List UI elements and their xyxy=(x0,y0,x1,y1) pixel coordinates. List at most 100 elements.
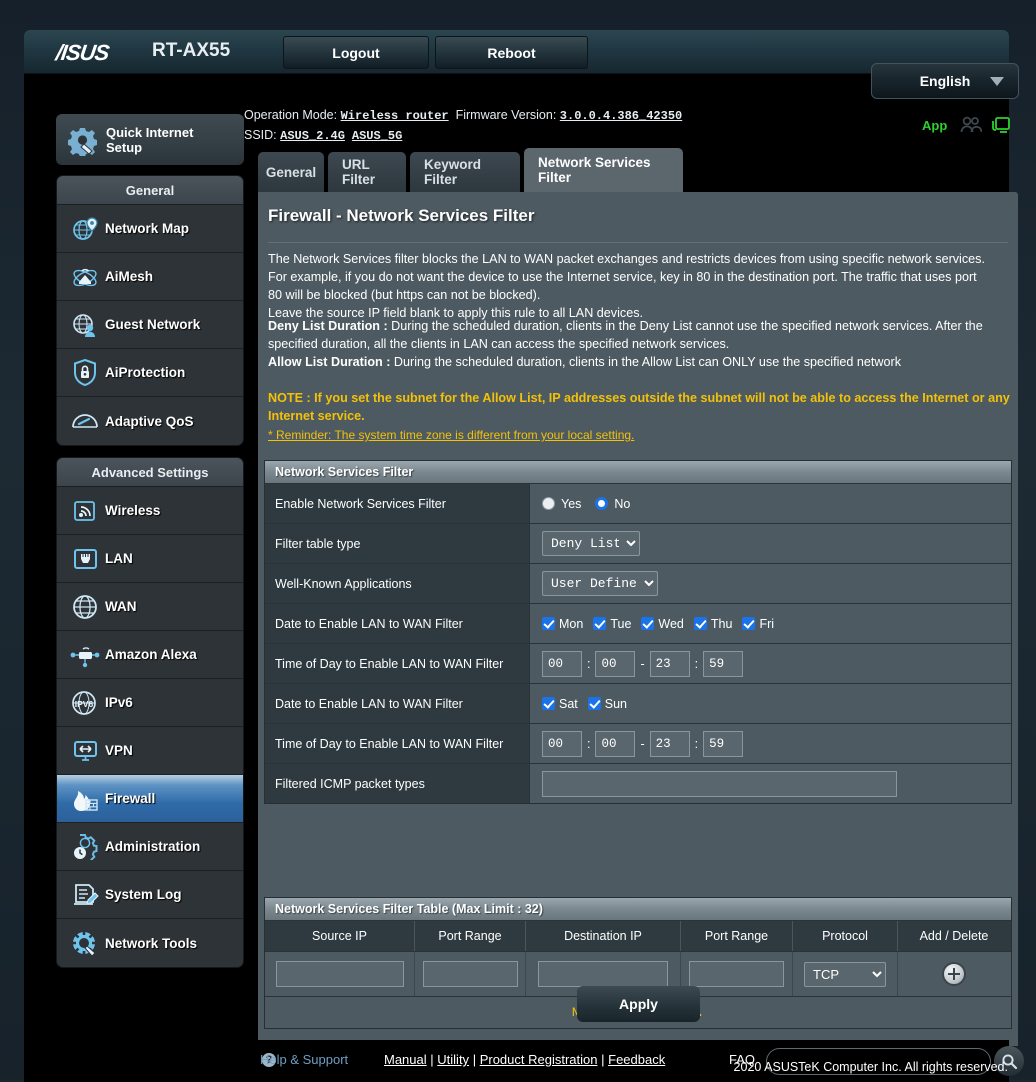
checkbox-sat[interactable]: Sat xyxy=(542,697,578,711)
filter-table-head-row: Source IP Port Range Destination IP Port… xyxy=(265,920,1011,951)
time2-dash: - xyxy=(640,736,645,751)
operation-mode-value[interactable]: Wireless router xyxy=(341,109,449,123)
port-range-2-input[interactable] xyxy=(689,961,784,987)
deny-list-label: Deny List Duration : xyxy=(268,319,388,333)
cell-source-ip xyxy=(265,952,415,996)
sidebar-item-aiprotection[interactable]: AiProtection xyxy=(57,349,243,397)
checkbox-mon[interactable]: Mon xyxy=(542,617,583,631)
description-paragraph-1: The Network Services filter blocks the L… xyxy=(268,250,1010,322)
speedometer-icon xyxy=(65,408,105,434)
page-title: Firewall - Network Services Filter xyxy=(268,206,535,225)
sidebar-item-amazon-alexa[interactable]: Amazon Alexa xyxy=(57,631,243,679)
tab-general[interactable]: General xyxy=(258,152,324,192)
time2-start-hour[interactable] xyxy=(542,730,582,757)
sidebar-item-label: Wireless xyxy=(105,503,161,518)
gear-clock-icon xyxy=(65,833,105,860)
checkbox-wed[interactable]: Wed xyxy=(641,616,684,631)
row-label: Date to Enable LAN to WAN Filter xyxy=(265,684,530,723)
app-link[interactable]: App xyxy=(922,118,947,133)
quick-internet-setup-button[interactable]: Quick Internet Setup xyxy=(56,114,244,165)
add-rule-button[interactable] xyxy=(942,962,966,986)
time1-end-hour[interactable] xyxy=(649,650,690,677)
tab-keyword-filter[interactable]: Keyword Filter xyxy=(410,152,520,192)
timezone-reminder[interactable]: * Reminder: The system time zone is diff… xyxy=(268,426,1010,444)
row-filter-table-type: Filter table type Deny List xyxy=(265,523,1011,563)
sidebar-item-wan[interactable]: WAN xyxy=(57,583,243,631)
firmware-value[interactable]: 3.0.0.4.386_42350 xyxy=(560,109,682,123)
sidebar-item-label: Adaptive QoS xyxy=(105,413,194,429)
filter-table-header: Network Services Filter Table (Max Limit… xyxy=(265,898,1011,920)
vpn-monitor-icon xyxy=(65,738,105,764)
source-ip-input[interactable] xyxy=(275,961,404,987)
logout-button[interactable]: Logout xyxy=(283,36,429,69)
note-text: NOTE : If you set the subnet for the All… xyxy=(268,389,1010,425)
sidebar-item-adaptive-qos[interactable]: Adaptive QoS xyxy=(57,397,243,445)
sidebar-item-firewall[interactable]: Firewall xyxy=(57,775,243,823)
time2-colon-2: : xyxy=(694,736,699,751)
cell-port-range-1 xyxy=(415,952,526,996)
connected-devices-icon[interactable] xyxy=(990,116,1012,139)
clients-users-icon[interactable] xyxy=(960,116,983,139)
shield-lock-icon xyxy=(65,359,105,386)
row-label: Enable Network Services Filter xyxy=(265,484,530,523)
sidebar-item-wireless[interactable]: Wireless xyxy=(57,487,243,535)
guest-network-icon xyxy=(65,312,105,338)
wireless-signal-icon xyxy=(65,498,105,524)
time1-start-hour[interactable] xyxy=(542,650,582,677)
ssid-24g[interactable]: ASUS_2.4G xyxy=(280,129,345,143)
port-range-1-input[interactable] xyxy=(422,961,518,987)
sidebar-item-label: Amazon Alexa xyxy=(105,647,197,662)
tab-network-services-filter[interactable]: Network Services Filter xyxy=(524,148,683,192)
lan-port-icon xyxy=(65,546,105,572)
deny-list-duration: Deny List Duration : During the schedule… xyxy=(268,317,1010,353)
checkbox-thu[interactable]: Thu xyxy=(693,617,732,631)
checkbox-wed-label: Wed xyxy=(658,616,684,631)
sidebar-item-vpn[interactable]: VPN xyxy=(57,727,243,775)
tab-url-filter[interactable]: URL Filter xyxy=(328,152,406,192)
row-date-weekdays: Date to Enable LAN to WAN Filter Mon Tue xyxy=(265,603,1011,643)
time2-end-hour[interactable] xyxy=(649,730,690,757)
reboot-button[interactable]: Reboot xyxy=(435,36,588,69)
desc-line-1: The Network Services filter blocks the L… xyxy=(268,252,985,266)
filter-table-type-select[interactable]: Deny List xyxy=(542,531,640,556)
sidebar-item-system-log[interactable]: System Log xyxy=(57,871,243,919)
sidebar-item-lan[interactable]: LAN xyxy=(57,535,243,583)
checkbox-sat-box xyxy=(542,697,555,710)
protocol-select[interactable]: TCP xyxy=(804,961,886,987)
filtered-icmp-input[interactable] xyxy=(542,770,897,797)
row-filtered-icmp: Filtered ICMP packet types xyxy=(265,763,1011,803)
checkbox-mon-box xyxy=(542,617,555,630)
row-value: Yes No xyxy=(530,484,1011,523)
ssid-5g[interactable]: ASUS_5G xyxy=(352,129,402,143)
row-value xyxy=(530,764,1011,803)
time1-end-minute[interactable] xyxy=(703,650,744,677)
cell-protocol: TCP xyxy=(793,952,898,996)
sidebar-item-aimesh[interactable]: AiMesh xyxy=(57,253,243,301)
sidebar-item-guest-network[interactable]: Guest Network xyxy=(57,301,243,349)
time2-end-minute[interactable] xyxy=(703,730,744,757)
time2-start-minute[interactable] xyxy=(595,730,636,757)
sidebar-item-label: Network Tools xyxy=(105,935,198,951)
sidebar-item-network-tools[interactable]: Network Tools xyxy=(57,919,243,967)
destination-ip-input[interactable] xyxy=(538,961,668,987)
checkbox-sun[interactable]: Sun xyxy=(587,697,627,711)
row-value: : - : xyxy=(530,644,1011,683)
qis-label: Quick Internet Setup xyxy=(106,124,194,155)
checkbox-fri[interactable]: Fri xyxy=(742,617,774,631)
ipv6-icon: IPV6 xyxy=(65,690,105,716)
alexa-hub-icon xyxy=(65,642,105,668)
radio-yes[interactable]: Yes xyxy=(542,497,581,511)
sidebar-item-ipv6[interactable]: IPV6 IPv6 xyxy=(57,679,243,727)
row-value: Sat Sun xyxy=(530,684,1011,723)
sidebar-group-advanced-title: Advanced Settings xyxy=(57,458,243,487)
time1-start-minute[interactable] xyxy=(595,650,636,677)
checkbox-tue[interactable]: Tue xyxy=(593,617,631,631)
sidebar-item-network-map[interactable]: Network Map xyxy=(57,205,243,253)
time1-dash: - xyxy=(640,656,645,671)
checkbox-thu-box xyxy=(693,617,707,630)
apply-button[interactable]: Apply xyxy=(577,986,700,1022)
device-info-strip: Operation Mode: Wireless router Firmware… xyxy=(24,74,1009,143)
sidebar-item-administration[interactable]: Administration xyxy=(57,823,243,871)
radio-no[interactable]: No xyxy=(595,497,630,511)
well-known-applications-select[interactable]: User Defined xyxy=(542,571,658,596)
